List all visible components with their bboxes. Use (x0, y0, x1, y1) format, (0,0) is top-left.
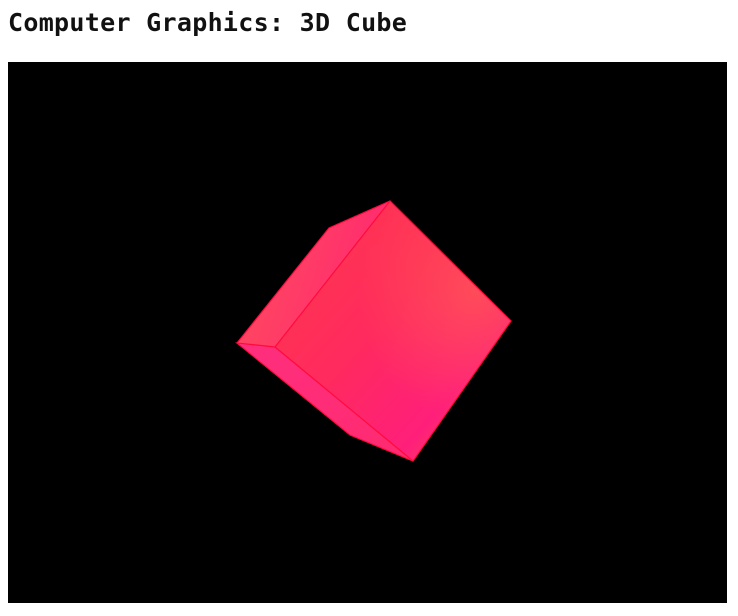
page-title: Computer Graphics: 3D Cube (8, 8, 408, 37)
cube (235, 200, 512, 462)
3d-canvas[interactable] (8, 62, 727, 603)
cube-render (235, 200, 512, 462)
page: Computer Graphics: 3D Cube (0, 0, 738, 616)
cube-front-sheen (275, 201, 511, 461)
